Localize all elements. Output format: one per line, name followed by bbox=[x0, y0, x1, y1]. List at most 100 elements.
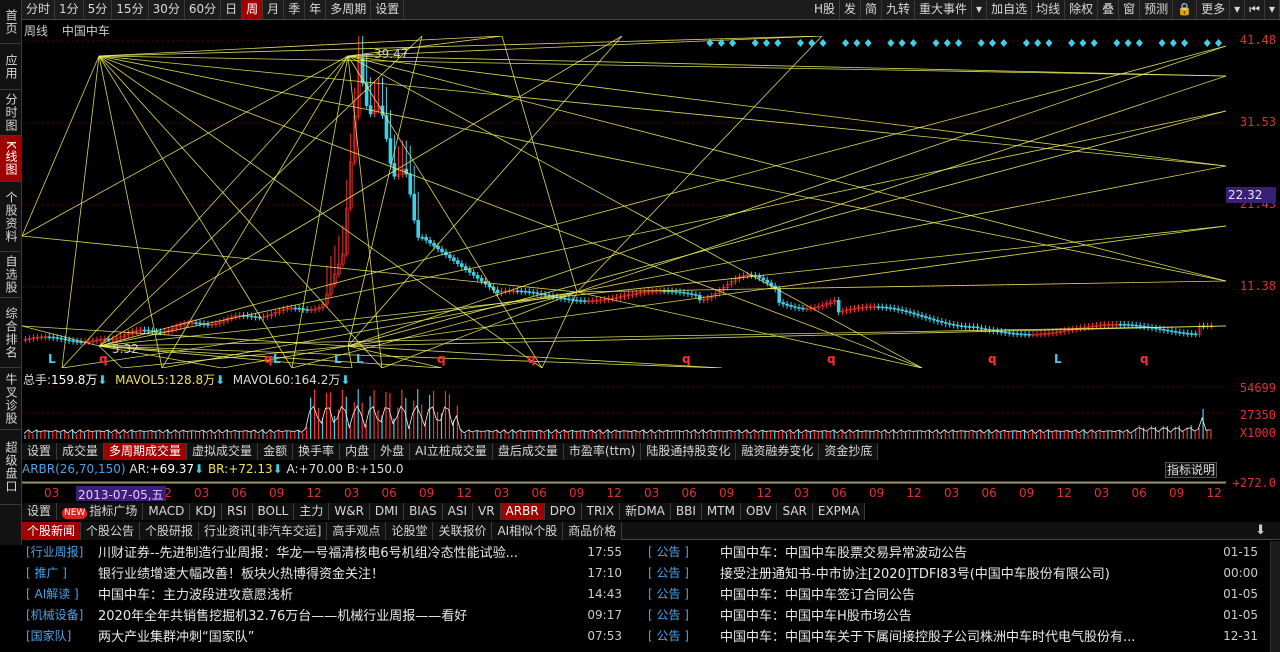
indicator-tab[interactable]: BIAS bbox=[404, 503, 443, 520]
news-item[interactable]: [ 推广 ] 银行业绩增速大幅改善！板块火热博得资金关注！ 17:10 bbox=[26, 562, 622, 583]
indicator-tab[interactable]: RSI bbox=[222, 503, 253, 520]
news-title[interactable]: 中国中车：主力波段进攻意愿浅析 bbox=[98, 584, 574, 603]
toolbar-button[interactable]: 简 bbox=[861, 0, 882, 19]
news-item[interactable]: [机械设备] 2020年全年共销售挖掘机32.76万台——机械行业周报——看好 09… bbox=[26, 604, 622, 625]
indicator-tab[interactable]: 外盘 bbox=[375, 443, 411, 460]
toolbar-button[interactable]: 15分 bbox=[112, 0, 149, 19]
toolbar-button[interactable]: 九转 bbox=[882, 0, 916, 19]
news-tab[interactable]: 高手观点 bbox=[327, 522, 387, 540]
toolbar-button[interactable]: 60分 bbox=[185, 0, 222, 19]
indicator-tab[interactable]: 主力 bbox=[294, 503, 330, 520]
toolbar-button[interactable]: 周 bbox=[242, 0, 264, 19]
news-title[interactable]: 银行业绩增速大幅改善！板块火热博得资金关注！ bbox=[98, 563, 574, 582]
indicator-tab[interactable]: W&R bbox=[329, 503, 370, 520]
arbr-chart[interactable] bbox=[22, 478, 1226, 486]
toolbar-button[interactable]: 🔒 bbox=[1173, 0, 1198, 19]
indicator-tab[interactable]: VR bbox=[473, 503, 501, 520]
toolbar-button[interactable]: 日 bbox=[221, 0, 243, 19]
indicator-tab[interactable]: DMI bbox=[369, 503, 405, 520]
indicator-tab[interactable]: 内盘 bbox=[340, 443, 376, 460]
indicator-tab[interactable]: SAR bbox=[777, 503, 813, 520]
indicator-explain-button[interactable]: 指标说明 bbox=[1165, 462, 1217, 478]
kline-chart[interactable]: —39.475.32L q q L L Lq q q q q Lq bbox=[22, 36, 1226, 368]
scrollbar[interactable] bbox=[1270, 541, 1280, 652]
news-title[interactable]: 中国中车：中国中车签订合同公告 bbox=[720, 584, 1210, 603]
toolbar-button[interactable]: 月 bbox=[263, 0, 285, 19]
news-tab[interactable]: 个股新闻 bbox=[22, 522, 82, 540]
news-tab[interactable]: 行业资讯[非汽车交运] bbox=[199, 522, 328, 540]
toolbar-button[interactable]: ▾ bbox=[1265, 0, 1280, 19]
toolbar-button[interactable]: 1分 bbox=[55, 0, 84, 19]
toolbar-button[interactable]: 叠 bbox=[1098, 0, 1120, 19]
indicator-tab[interactable]: 资金抄底 bbox=[819, 443, 879, 460]
indicator-tab[interactable]: TRIX bbox=[581, 503, 621, 520]
toolbar-button[interactable]: H股 bbox=[810, 0, 840, 19]
toolbar-button[interactable]: 预测 bbox=[1140, 0, 1174, 19]
indicator-tab[interactable]: 金额 bbox=[258, 443, 294, 460]
indicator-tab[interactable]: KDJ bbox=[190, 503, 222, 520]
news-item[interactable]: [ 公告 ] 中国中车：中国中车股票交易异常波动公告 01-15 bbox=[648, 541, 1258, 562]
news-tab[interactable]: AI相似个股 bbox=[492, 522, 564, 540]
indicator-tab[interactable]: 盘后成交量 bbox=[492, 443, 564, 460]
indicator-tab[interactable]: EXPMA bbox=[812, 503, 866, 520]
indicator-tab[interactable]: 虚拟成交量 bbox=[187, 443, 259, 460]
news-item[interactable]: [ 公告 ] 中国中车：中国中车签订合同公告 01-05 bbox=[648, 583, 1258, 604]
indicator-tab[interactable]: 成交量 bbox=[57, 443, 105, 460]
news-item[interactable]: [ 公告 ] 中国中车：中国中车H股市场公告 01-05 bbox=[648, 604, 1258, 625]
toolbar-button[interactable]: 30分 bbox=[149, 0, 185, 19]
news-title[interactable]: 2020年全年共销售挖掘机32.76万台——机械行业周报——看好 bbox=[98, 605, 574, 624]
toolbar-button[interactable]: 5分 bbox=[84, 0, 113, 19]
toolbar-button[interactable]: 分时 bbox=[22, 0, 56, 19]
indicator-tab[interactable]: AI立桩成交量 bbox=[410, 443, 493, 460]
sidebar-item[interactable]: K线图 bbox=[0, 136, 22, 182]
indicator-tab[interactable]: 市盈率(ttm) bbox=[563, 443, 642, 460]
indicator-tab[interactable]: 新DMA bbox=[620, 503, 671, 520]
toolbar-button[interactable]: ▾ bbox=[972, 0, 988, 19]
sidebar-item[interactable]: 个股资料 bbox=[0, 182, 22, 252]
indicator-tab[interactable]: 陆股通持股变化 bbox=[641, 443, 737, 460]
indicator-tab[interactable]: BOLL bbox=[252, 503, 295, 520]
toolbar-button[interactable]: 设置 bbox=[371, 0, 405, 19]
volume-chart[interactable] bbox=[22, 385, 1226, 441]
toolbar-button[interactable]: ▾ bbox=[1230, 0, 1246, 19]
news-item[interactable]: [ 公告 ] 接受注册通知书-中市协注[2020]TDFI83号(中国中车股份有限… bbox=[648, 562, 1258, 583]
news-title[interactable]: 中国中车：中国中车关于下属间接控股子公司株洲中车时代电气股份有... bbox=[720, 626, 1210, 645]
toolbar-button[interactable]: 窗 bbox=[1119, 0, 1141, 19]
indicator-tab[interactable]: NEW 指标广场 bbox=[57, 503, 144, 520]
news-item[interactable]: [ 公告 ] 中国中车：中国中车关于下属间接控股子公司株洲中车时代电气股份有...… bbox=[648, 625, 1258, 646]
sidebar-item[interactable]: 超级盘口 bbox=[0, 430, 22, 505]
sidebar-item[interactable]: 综合排名 bbox=[0, 298, 22, 368]
toolbar-button[interactable]: 年 bbox=[305, 0, 327, 19]
sidebar-item[interactable]: 牛叉诊股 bbox=[0, 368, 22, 430]
news-title[interactable]: 川财证券--先进制造行业周报：华龙一号福清核电6号机组冷态性能试验... bbox=[98, 542, 574, 561]
indicator-tab[interactable]: MTM bbox=[701, 503, 741, 520]
indicator-tab[interactable]: ARBR bbox=[500, 503, 545, 520]
news-title[interactable]: 中国中车：中国中车H股市场公告 bbox=[720, 605, 1210, 624]
toolbar-button[interactable]: 多周期 bbox=[326, 0, 372, 19]
indicator-tab[interactable]: 多周期成交量 bbox=[104, 443, 188, 460]
news-tab[interactable]: 商品价格 bbox=[563, 522, 623, 540]
indicator-tab[interactable]: ASI bbox=[442, 503, 474, 520]
sidebar-item[interactable]: 自选股 bbox=[0, 252, 22, 298]
news-title[interactable]: 中国中车：中国中车股票交易异常波动公告 bbox=[720, 542, 1210, 561]
indicator-tab[interactable]: 设置 bbox=[22, 503, 58, 520]
indicator-tab[interactable]: BBI bbox=[670, 503, 702, 520]
indicator-tab[interactable]: 换手率 bbox=[293, 443, 341, 460]
news-tab[interactable]: 个股研报 bbox=[140, 522, 200, 540]
news-tab[interactable]: 论股堂 bbox=[386, 522, 434, 540]
news-title[interactable]: 两大产业集群冲刺“国家队” bbox=[98, 626, 574, 645]
indicator-tab[interactable]: OBV bbox=[740, 503, 778, 520]
toolbar-button[interactable]: 加自选 bbox=[987, 0, 1033, 19]
toolbar-button[interactable]: 重大事件 bbox=[915, 0, 973, 19]
sidebar-item[interactable]: 首页 bbox=[0, 0, 22, 44]
news-title[interactable]: 接受注册通知书-中市协注[2020]TDFI83号(中国中车股份有限公司) bbox=[720, 563, 1210, 582]
news-item[interactable]: [行业周报] 川财证券--先进制造行业周报：华龙一号福清核电6号机组冷态性能试验.… bbox=[26, 541, 622, 562]
sidebar-item[interactable]: 应用 bbox=[0, 44, 22, 90]
toolbar-button[interactable]: 季 bbox=[284, 0, 306, 19]
toolbar-button[interactable]: 更多 bbox=[1197, 0, 1231, 19]
sidebar-item[interactable]: 分时图 bbox=[0, 90, 22, 136]
toolbar-button[interactable]: 发 bbox=[840, 0, 861, 19]
toolbar-button[interactable]: 除权 bbox=[1065, 0, 1099, 19]
toolbar-button[interactable]: ⏮ bbox=[1245, 0, 1265, 19]
toolbar-button[interactable]: 均线 bbox=[1032, 0, 1066, 19]
